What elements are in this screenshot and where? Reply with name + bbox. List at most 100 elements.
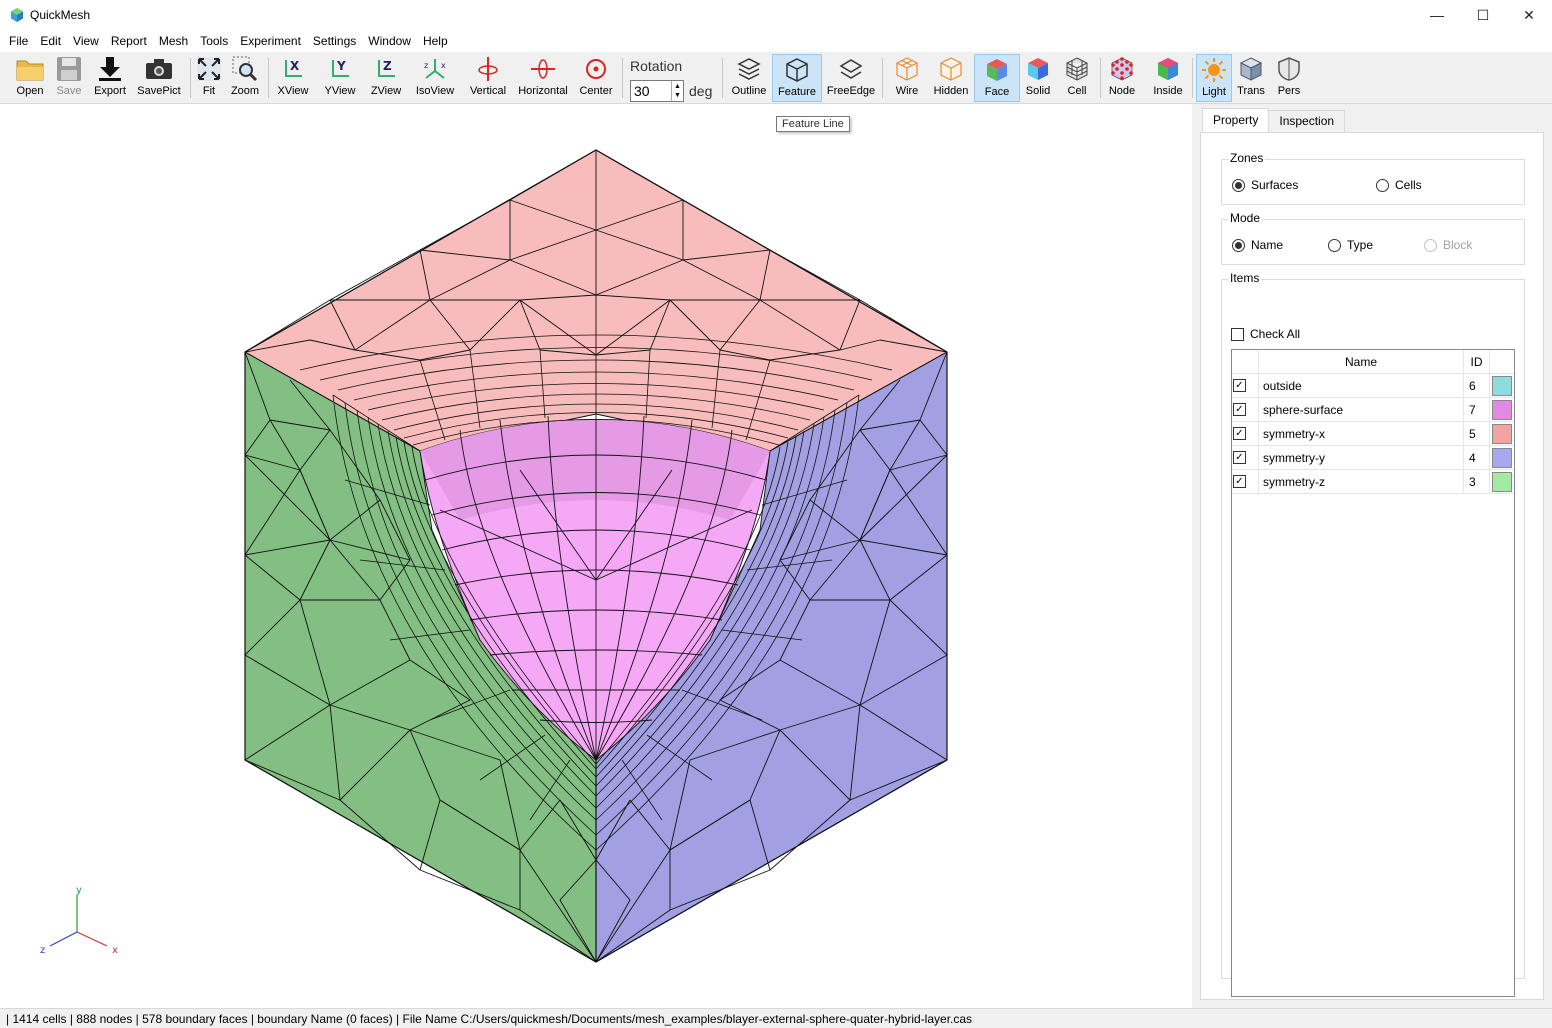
mode-type-radio[interactable]: Type (1328, 238, 1373, 252)
solid-cube-icon (1028, 58, 1048, 80)
savepict-button[interactable]: SavePict (134, 54, 184, 102)
rotation-label: Rotation (630, 58, 683, 74)
menu-window[interactable]: Window (362, 30, 417, 52)
inside-button[interactable]: Inside (1148, 54, 1188, 102)
check-all-checkbox[interactable]: Check All (1231, 327, 1300, 341)
column-header-name[interactable]: Name (1258, 350, 1464, 374)
hidden-button[interactable]: Hidden (930, 54, 972, 102)
row-id: 5 (1464, 422, 1490, 446)
menu-tools[interactable]: Tools (194, 30, 234, 52)
feature-tooltip: Feature Line (776, 116, 850, 132)
surfaces-radio[interactable]: Surfaces (1232, 178, 1298, 192)
mode-name-radio[interactable]: Name (1232, 238, 1283, 252)
toolbar: Open Save Export SavePict Fit Zoom X XVi… (0, 52, 1552, 104)
table-row[interactable]: ✓ sphere-surface 7 (1232, 398, 1514, 422)
cell-button[interactable]: Cell (1060, 54, 1094, 102)
save-button[interactable]: Save (52, 54, 86, 102)
radio-empty-icon (1328, 238, 1341, 252)
fit-button[interactable]: Fit (194, 54, 224, 102)
items-table: Name ID ✓ outside 6 ✓ sphere-surface 7 ✓ (1231, 349, 1515, 997)
table-row[interactable]: ✓ symmetry-x 5 (1232, 422, 1514, 446)
row-name: symmetry-z (1258, 470, 1464, 494)
cells-radio[interactable]: Cells (1376, 178, 1422, 192)
light-button[interactable]: Light (1196, 54, 1232, 102)
minimize-button[interactable]: — (1414, 0, 1460, 30)
yview-button[interactable]: Y YView (320, 54, 360, 102)
feature-cube-icon (786, 58, 808, 82)
menu-experiment[interactable]: Experiment (234, 30, 307, 52)
zones-title: Zones (1228, 151, 1266, 165)
menu-help[interactable]: Help (417, 30, 454, 52)
export-button[interactable]: Export (90, 54, 130, 102)
row-checkbox[interactable]: ✓ (1233, 403, 1246, 416)
table-row[interactable]: ✓ symmetry-y 4 (1232, 446, 1514, 470)
rotation-spinner[interactable]: ▲ ▼ (671, 81, 683, 101)
row-name: outside (1258, 374, 1464, 398)
xview-button[interactable]: X XView (274, 54, 312, 102)
row-checkbox[interactable]: ✓ (1233, 451, 1246, 464)
row-color-swatch[interactable] (1492, 376, 1512, 396)
center-rotate-button[interactable]: Center (576, 54, 616, 102)
tab-inspection[interactable]: Inspection (1268, 110, 1346, 132)
face-button[interactable]: Face (974, 54, 1020, 102)
trans-button[interactable]: Trans (1234, 54, 1268, 102)
open-button[interactable]: Open (12, 54, 48, 102)
tab-property[interactable]: Property (1202, 108, 1270, 132)
row-checkbox[interactable]: ✓ (1233, 427, 1246, 440)
node-button[interactable]: Node (1104, 54, 1140, 102)
table-row[interactable]: ✓ outside 6 (1232, 374, 1514, 398)
fit-expand-icon (197, 57, 221, 81)
menu-file[interactable]: File (3, 30, 34, 52)
horizontal-rotate-button[interactable]: Horizontal (516, 54, 570, 102)
row-checkbox[interactable]: ✓ (1233, 379, 1246, 392)
row-checkbox[interactable]: ✓ (1233, 475, 1246, 488)
pers-button[interactable]: Pers (1272, 54, 1306, 102)
menu-edit[interactable]: Edit (34, 30, 67, 52)
rotation-angle-input[interactable]: 30 ▲ ▼ (630, 80, 684, 102)
svg-text:Z: Z (383, 59, 392, 73)
freeedge-button[interactable]: FreeEdge (826, 54, 876, 102)
mesh-viewport[interactable]: y x z (0, 104, 1192, 1008)
camera-icon (146, 59, 172, 79)
row-color-swatch[interactable] (1492, 400, 1512, 420)
zoom-button[interactable]: Zoom (228, 54, 262, 102)
row-name: symmetry-y (1258, 446, 1464, 470)
outline-layers-icon (737, 58, 761, 80)
vertical-rotation-icon (478, 57, 498, 81)
radio-selected-icon (1232, 238, 1245, 252)
quickmesh-logo-icon (11, 8, 23, 22)
zview-button[interactable]: Z ZView (366, 54, 406, 102)
hidden-line-cube-icon (940, 57, 962, 81)
mesh-canvas[interactable]: y x z (0, 104, 1192, 1008)
radio-empty-icon (1376, 178, 1389, 192)
wire-button[interactable]: Wire (888, 54, 926, 102)
feature-button[interactable]: Feature (772, 54, 822, 102)
close-button[interactable]: ✕ (1506, 0, 1552, 30)
free-edge-icon (839, 59, 863, 79)
column-header-id[interactable]: ID (1464, 350, 1490, 374)
menu-view[interactable]: View (67, 30, 105, 52)
transparent-cube-icon (1239, 57, 1263, 81)
items-title: Items (1228, 271, 1262, 285)
svg-text:Y: Y (336, 59, 346, 73)
inside-hexagon-icon (1158, 58, 1178, 80)
status-bar: | 1414 cells | 888 nodes | 578 boundary … (0, 1008, 1552, 1028)
items-table-header: Name ID (1232, 350, 1514, 374)
face-cube-icon (987, 59, 1007, 81)
axis-x-label: x (112, 945, 118, 956)
solid-button[interactable]: Solid (1022, 54, 1054, 102)
spin-down-icon: ▼ (674, 92, 681, 99)
sun-light-icon (1202, 58, 1226, 82)
row-color-swatch[interactable] (1492, 472, 1512, 492)
table-row[interactable]: ✓ symmetry-z 3 (1232, 470, 1514, 494)
menu-settings[interactable]: Settings (307, 30, 362, 52)
row-color-swatch[interactable] (1492, 448, 1512, 468)
outline-button[interactable]: Outline (728, 54, 770, 102)
vertical-rotate-button[interactable]: Vertical (466, 54, 510, 102)
isoview-button[interactable]: zx IsoView (412, 54, 458, 102)
maximize-button[interactable]: ☐ (1460, 0, 1506, 30)
row-color-swatch[interactable] (1492, 424, 1512, 444)
radio-selected-icon (1232, 178, 1245, 192)
menu-mesh[interactable]: Mesh (153, 30, 194, 52)
menu-report[interactable]: Report (105, 30, 153, 52)
